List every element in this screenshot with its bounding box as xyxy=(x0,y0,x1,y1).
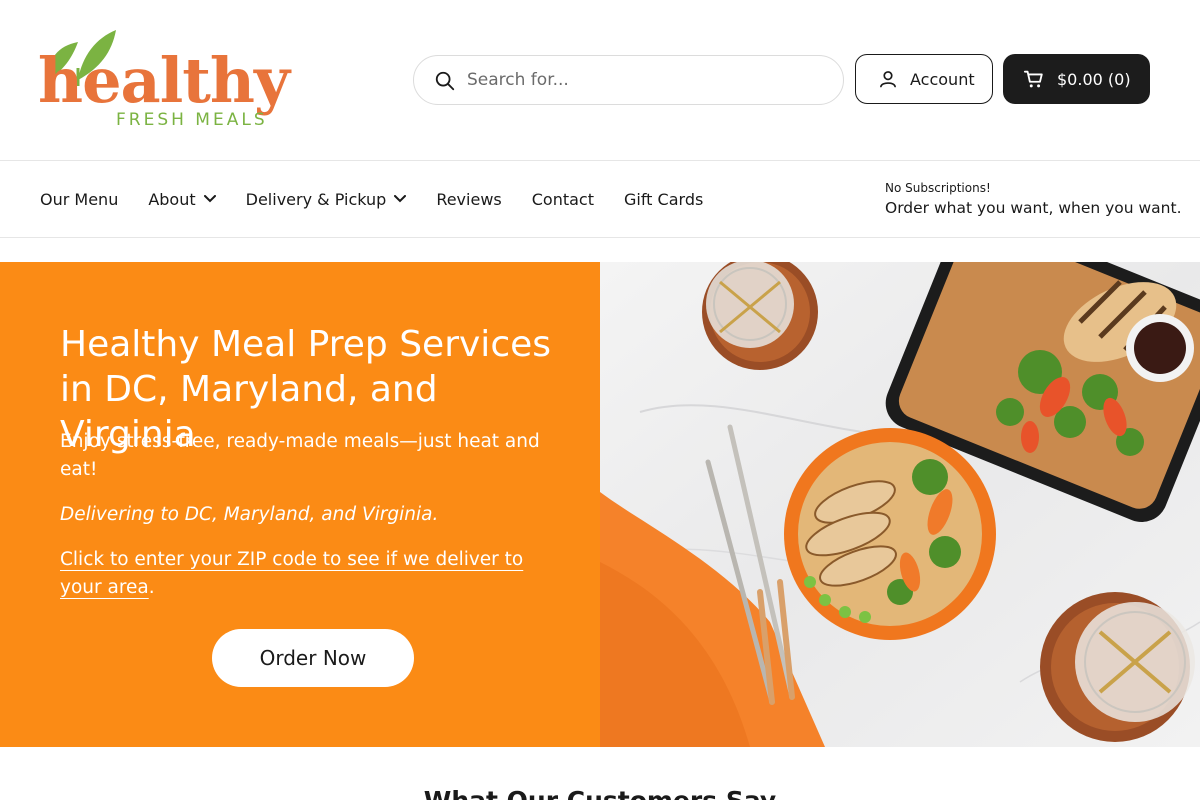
subscription-note: No Subscriptions! Order what you want, w… xyxy=(885,180,1185,220)
search-icon[interactable] xyxy=(434,70,456,92)
nav-item-about[interactable]: About xyxy=(148,189,216,209)
zip-code-link[interactable]: Click to enter your ZIP code to see if w… xyxy=(60,549,523,598)
zip-link-suffix: . xyxy=(148,577,155,598)
hero-image xyxy=(600,262,1200,747)
account-label: Account xyxy=(910,69,975,89)
nav-item-label: About xyxy=(148,189,196,209)
main-nav: Our Menu About Delivery & Pickup Reviews… xyxy=(0,160,1200,238)
hero-zip-text: Click to enter your ZIP code to see if w… xyxy=(60,546,560,602)
testimonials-heading: What Our Customers Say xyxy=(0,786,1200,800)
hero-delivery-note: Delivering to DC, Maryland, and Virginia… xyxy=(60,504,439,525)
nav-item-reviews[interactable]: Reviews xyxy=(436,190,501,209)
user-icon xyxy=(880,71,896,88)
nav-item-gift-cards[interactable]: Gift Cards xyxy=(624,190,703,209)
chevron-down-icon xyxy=(394,195,407,203)
nav-item-label: Reviews xyxy=(436,189,502,209)
cart-total: $0.00 (0) xyxy=(1057,69,1131,89)
hero-subtitle: Enjoy stress-free, ready-made meals—just… xyxy=(60,431,540,480)
nav-item-label: Our Menu xyxy=(40,189,119,209)
subscription-note-main: Order what you want, when you want. xyxy=(885,199,1182,217)
account-button[interactable]: Account xyxy=(855,54,993,104)
site-header: healthy FRESH MEALS Account $0.00 (0) xyxy=(0,0,1200,160)
hero-panel: Healthy Meal Prep Services in DC, Maryla… xyxy=(0,262,600,747)
nav-menu: Our Menu About Delivery & Pickup Reviews… xyxy=(40,161,733,237)
chevron-down-icon xyxy=(203,195,216,203)
search-input[interactable] xyxy=(467,66,827,94)
cart-icon xyxy=(1023,70,1043,88)
nav-item-label: Contact xyxy=(531,189,594,209)
brand-logo[interactable]: healthy FRESH MEALS xyxy=(38,28,298,134)
search-bar[interactable] xyxy=(413,55,844,105)
nav-item-label: Delivery & Pickup xyxy=(245,189,387,209)
nav-item-label: Gift Cards xyxy=(623,189,704,209)
logo-tagline: FRESH MEALS xyxy=(116,110,268,130)
nav-item-delivery-pickup[interactable]: Delivery & Pickup xyxy=(246,190,407,209)
subscription-note-small: No Subscriptions! xyxy=(885,181,991,195)
cart-button[interactable]: $0.00 (0) xyxy=(1003,54,1150,104)
meal-photo-illustration xyxy=(600,262,1200,747)
nav-item-contact[interactable]: Contact xyxy=(532,190,594,209)
order-now-button[interactable]: Order Now xyxy=(212,629,414,687)
nav-item-our-menu[interactable]: Our Menu xyxy=(40,190,118,209)
logo-wordmark: healthy xyxy=(38,44,290,117)
